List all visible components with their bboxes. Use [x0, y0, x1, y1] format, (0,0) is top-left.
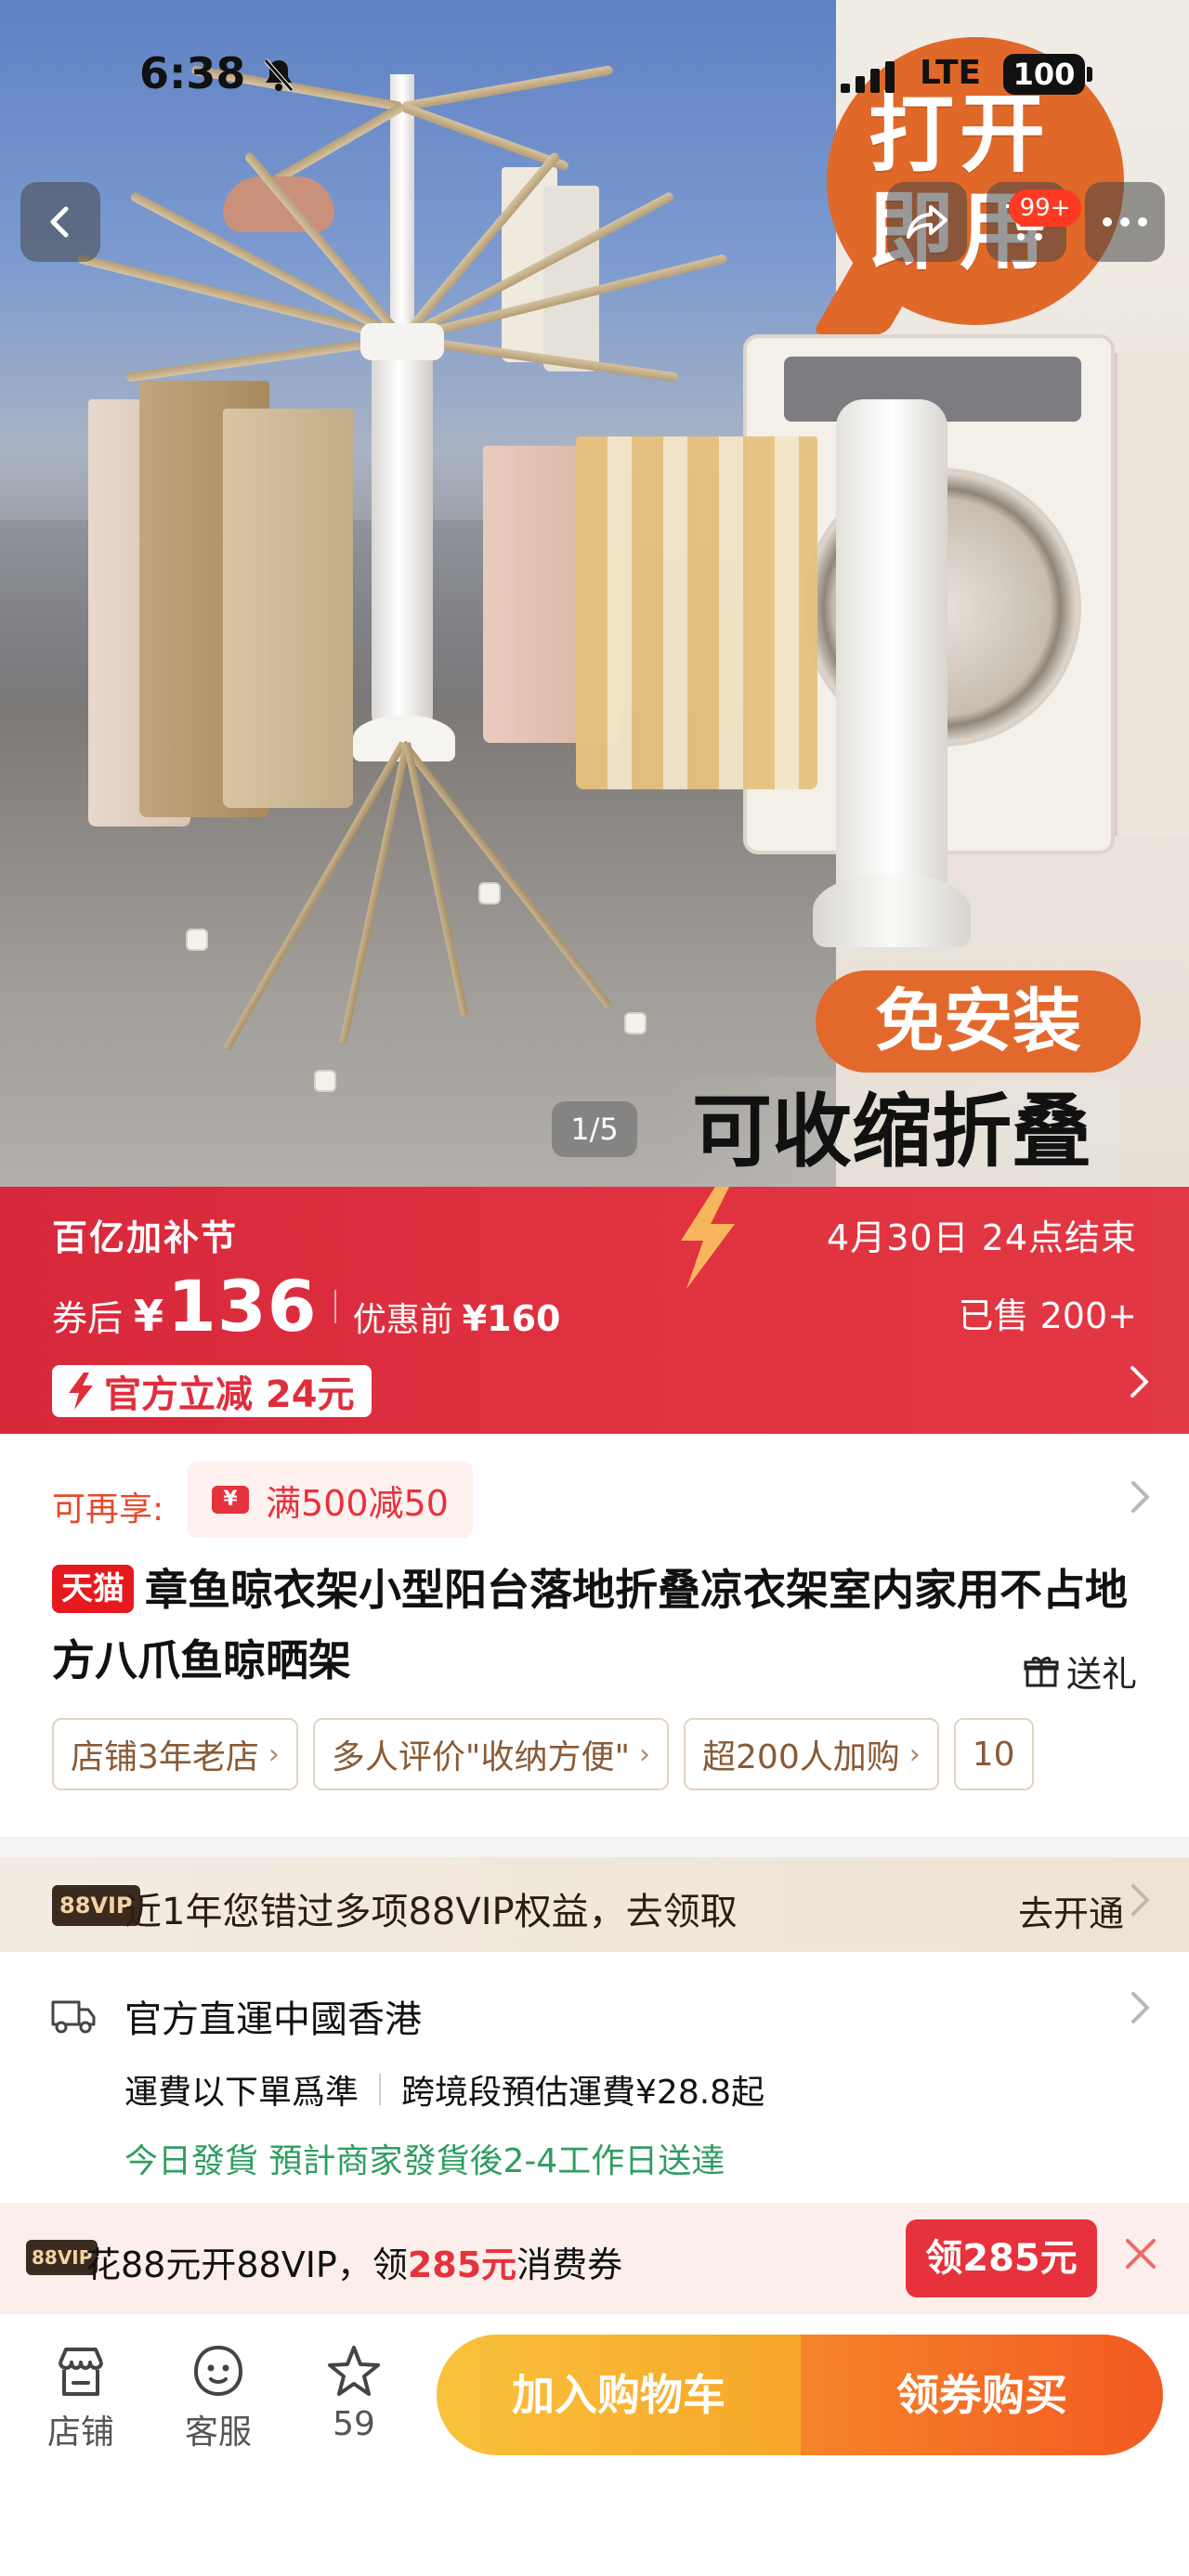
status-time: 6:38: [139, 48, 246, 98]
chevron-right-icon: [1130, 1881, 1152, 1927]
cart-count-badge: 99+: [1009, 189, 1081, 227]
shipping-eta: 今日發貨 預計商家發貨後2-4工作日送達: [124, 2142, 725, 2180]
chevron-right-icon[interactable]: [1130, 1478, 1152, 1524]
chevron-right-icon: ›: [268, 1737, 280, 1771]
bell-off-icon: [262, 58, 295, 101]
image-counter: 1/5: [552, 1101, 637, 1157]
shipping-card[interactable]: 官方直運中國香港 運費以下單爲準 跨境段預估運費¥28.8起 今日發貨 預計商家…: [0, 1952, 1189, 2203]
lightning-icon: [69, 1373, 93, 1410]
chevron-right-icon: ›: [908, 1737, 921, 1771]
price-row: 券后 ¥ 136 优惠前 ¥160: [52, 1265, 560, 1347]
original-price-label: 优惠前: [352, 1301, 453, 1339]
product-image-carousel[interactable]: 打开 即用 免安装 可收缩折叠 1/5: [0, 0, 1189, 1187]
promo-badge-line1: 打开: [869, 85, 1052, 184]
product-tags: 店铺3年老店 › 多人评价"收纳方便" › 超200人加购 › 10: [52, 1718, 1139, 1790]
store-icon: [59, 2348, 103, 2396]
more-dots-icon: [1103, 217, 1147, 227]
store-tab[interactable]: 店铺: [30, 2342, 132, 2453]
tag-cart-adds[interactable]: 超200人加购 ›: [684, 1718, 939, 1790]
coupon-icon: ¥: [212, 1486, 249, 1514]
vip-benefit-text: 近1年您错过多项88VIP权益，去领取: [124, 1891, 738, 1933]
service-tab[interactable]: 客服: [167, 2342, 269, 2453]
promo-banner[interactable]: 百亿加补节 4月30日 24点结束 券后 ¥ 136 优惠前 ¥160 已售 2…: [0, 1187, 1189, 1434]
favorite-tab[interactable]: 59: [303, 2342, 405, 2443]
chevron-left-icon: [50, 206, 69, 238]
shipping-fee-estimate: 跨境段預估運費¥28.8起: [401, 2074, 765, 2112]
back-button[interactable]: [20, 182, 100, 262]
product-title: 天猫 章鱼晾衣架小型阳台落地折叠凉衣架室内家用不占地方八爪鱼晾晒架: [52, 1555, 1148, 1696]
promo-deadline: 4月30日 24点结束: [827, 1217, 1137, 1258]
customer-service-icon: [193, 2345, 243, 2397]
bottom-action-bar: 店铺 客服 59 加入购物车 领券购买: [0, 2314, 1189, 2576]
gift-button[interactable]: 送礼: [1024, 1646, 1137, 1697]
tag-store-age[interactable]: 店铺3年老店 ›: [52, 1718, 298, 1790]
add-to-cart-button[interactable]: 加入购物车: [437, 2335, 801, 2455]
folded-rack-base: [813, 873, 971, 947]
signal-icon: [841, 61, 898, 93]
price-label: 券后: [52, 1298, 124, 1339]
tmall-badge: 天猫: [52, 1565, 134, 1613]
vip-coupon-banner[interactable]: 88VIP 花88元开88VIP，领285元消费券 领285元: [0, 2203, 1189, 2314]
chevron-right-icon: ›: [639, 1737, 651, 1771]
hanging-towel: [543, 186, 599, 371]
sold-count: 已售 200+: [958, 1295, 1137, 1336]
extra-coupon[interactable]: ¥ 满500减50: [188, 1462, 473, 1538]
original-price: ¥160: [462, 1298, 561, 1339]
lightning-icon: [681, 1187, 735, 1289]
festival-name: 百亿加补节: [52, 1217, 239, 1258]
shipping-title: 官方直運中國香港: [124, 1998, 422, 2041]
chevron-right-icon: [1130, 1989, 1152, 2035]
foldable-label: 可收缩折叠: [664, 1077, 1119, 1187]
more-button[interactable]: [1085, 182, 1165, 262]
rack-pole: [372, 334, 433, 734]
vip-open-link[interactable]: 去开通: [1018, 1885, 1124, 1936]
rack-hub: [360, 323, 444, 360]
store-tab-label: 店铺: [46, 2413, 114, 2452]
extra-offer-label: 可再享:: [52, 1490, 164, 1529]
cabinet: [1115, 353, 1189, 836]
star-icon: [328, 2346, 380, 2396]
battery-icon: 100: [1003, 54, 1085, 95]
gift-icon: [1024, 1656, 1059, 1686]
gift-label: 送礼: [1065, 1654, 1137, 1695]
network-type: LTE: [920, 54, 982, 92]
folded-rack: [836, 399, 947, 919]
claim-coupon-button[interactable]: 领285元: [906, 2219, 1097, 2297]
final-price: 136: [167, 1265, 318, 1347]
shipping-fee-note: 運費以下單爲準: [124, 2074, 359, 2112]
no-install-label: 免安装: [816, 970, 1141, 1073]
tag-review[interactable]: 多人评价"收纳方便" ›: [312, 1718, 670, 1790]
price-currency: ¥: [134, 1291, 164, 1341]
shipping-fee: 運費以下單爲準 跨境段預估運費¥28.8起: [124, 2065, 764, 2114]
tag-more[interactable]: 10: [953, 1718, 1034, 1790]
official-discount-text: 官方立减 24元: [104, 1373, 355, 1416]
vip-coupon-text: 花88元开88VIP，领285元消费券: [85, 2244, 623, 2285]
share-icon: [907, 205, 947, 239]
chevron-right-icon: [1128, 1363, 1152, 1411]
close-icon[interactable]: [1122, 2232, 1159, 2281]
product-title-text: 章鱼晾衣架小型阳台落地折叠凉衣架室内家用不占地方八爪鱼晾晒架: [52, 1565, 1128, 1685]
official-discount-tag: 官方立减 24元: [52, 1365, 372, 1417]
product-info-card: 可再享: ¥ 满500减50 天猫 章鱼晾衣架小型阳台落地折叠凉衣架室内家用不占地…: [0, 1434, 1189, 1837]
share-button[interactable]: [887, 182, 967, 262]
hanging-shirt: [576, 436, 817, 789]
vip-benefit-strip[interactable]: 88VIP 近1年您错过多项88VIP权益，去领取 去开通: [0, 1857, 1189, 1952]
extra-coupon-text: 满500减50: [266, 1482, 449, 1524]
hanging-pants: [223, 409, 353, 808]
buy-with-coupon-button[interactable]: 领券购买: [801, 2335, 1163, 2455]
favorite-count: 59: [333, 2405, 375, 2443]
service-tab-label: 客服: [184, 2413, 252, 2452]
truck-icon: [51, 2000, 96, 2034]
